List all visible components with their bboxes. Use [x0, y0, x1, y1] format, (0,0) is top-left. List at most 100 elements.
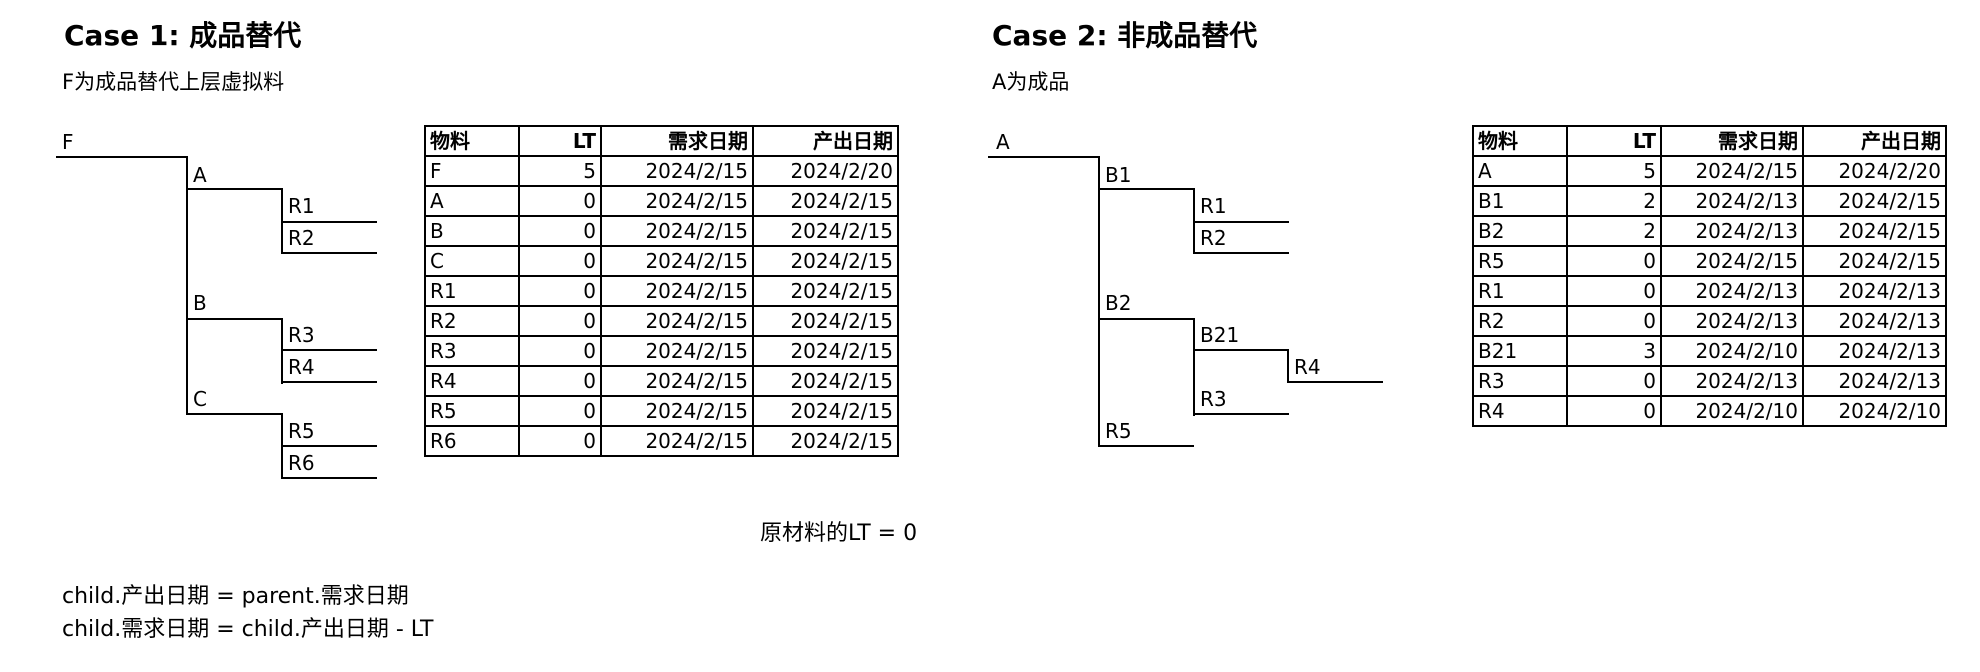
table-cell: 2024/2/13 — [1660, 365, 1804, 397]
tree-node: C — [193, 387, 207, 411]
table-cell: 2024/2/15 — [600, 275, 754, 307]
table-cell: 2024/2/15 — [752, 185, 899, 217]
table-cell: 2024/2/15 — [752, 245, 899, 277]
table-cell: 0 — [518, 185, 602, 217]
table-cell: 2024/2/10 — [1660, 395, 1804, 427]
table-cell: 2024/2/13 — [1660, 185, 1804, 217]
table-cell: R3 — [1472, 365, 1568, 397]
tree-node: A — [193, 163, 207, 187]
table-row: R3 0 2024/2/15 2024/2/15 — [424, 335, 899, 367]
table-cell: 2 — [1566, 215, 1662, 247]
case1-table: 物料 LT 需求日期 产出日期 F 5 2024/2/15 2024/2/20 A 0 20… — [424, 125, 899, 457]
table-cell: R5 — [424, 395, 520, 427]
table-cell: F — [424, 155, 520, 187]
table-cell: 3 — [1566, 335, 1662, 367]
tree-node: R1 — [1200, 194, 1227, 218]
table-header-row: 物料 LT 需求日期 产出日期 — [1472, 125, 1947, 157]
table-cell: 2024/2/15 — [752, 215, 899, 247]
table-cell: B2 — [1472, 215, 1568, 247]
table-row: R2 0 2024/2/15 2024/2/15 — [424, 305, 899, 337]
table-cell: 2024/2/15 — [1802, 245, 1947, 277]
case2-table: 物料 LT 需求日期 产出日期 A 5 2024/2/15 2024/2/20 B1 2 2… — [1472, 125, 1947, 427]
table-row: B1 2 2024/2/13 2024/2/15 — [1472, 185, 1947, 217]
table-row: R5 0 2024/2/15 2024/2/15 — [424, 395, 899, 427]
table-cell: 2024/2/15 — [752, 395, 899, 427]
table-cell: 0 — [518, 425, 602, 457]
table-cell: 0 — [1566, 275, 1662, 307]
table-row: R4 0 2024/2/10 2024/2/10 — [1472, 395, 1947, 427]
table-cell: R2 — [1472, 305, 1568, 337]
table-cell: R2 — [424, 305, 520, 337]
tree-node: R3 — [288, 323, 315, 347]
raw-material-lt-note: 原材料的LT = 0 — [760, 521, 918, 546]
table-cell: 2024/2/20 — [752, 155, 899, 187]
table-cell: R6 — [424, 425, 520, 457]
table-row: R1 0 2024/2/15 2024/2/15 — [424, 275, 899, 307]
column-header: 需求日期 — [600, 125, 754, 157]
column-header: LT — [518, 125, 602, 157]
table-cell: 2024/2/15 — [600, 245, 754, 277]
table-cell: R5 — [1472, 245, 1568, 277]
table-cell: 2024/2/15 — [1802, 185, 1947, 217]
table-row: B21 3 2024/2/10 2024/2/13 — [1472, 335, 1947, 367]
tree-node: R6 — [288, 451, 315, 475]
table-row: R4 0 2024/2/15 2024/2/15 — [424, 365, 899, 397]
table-cell: 0 — [1566, 305, 1662, 337]
table-cell: B21 — [1472, 335, 1568, 367]
table-cell: 0 — [518, 215, 602, 247]
table-cell: 2024/2/15 — [600, 185, 754, 217]
table-cell: C — [424, 245, 520, 277]
formula-output-date: child.产出日期 = parent.需求日期 — [62, 584, 409, 609]
table-cell: 0 — [518, 335, 602, 367]
table-cell: 0 — [518, 395, 602, 427]
table-cell: 0 — [518, 245, 602, 277]
table-row: A 5 2024/2/15 2024/2/20 — [1472, 155, 1947, 187]
table-cell: A — [424, 185, 520, 217]
table-cell: 2024/2/15 — [600, 425, 754, 457]
table-cell: 5 — [518, 155, 602, 187]
table-cell: 2024/2/15 — [600, 305, 754, 337]
table-cell: R1 — [1472, 275, 1568, 307]
table-cell: 2024/2/15 — [1660, 245, 1804, 277]
table-cell: 2024/2/15 — [600, 155, 754, 187]
tree-node: B21 — [1200, 323, 1240, 347]
table-cell: 2024/2/15 — [752, 305, 899, 337]
table-cell: 0 — [518, 305, 602, 337]
table-cell: B1 — [1472, 185, 1568, 217]
tree-node: R4 — [288, 355, 315, 379]
table-row: R1 0 2024/2/13 2024/2/13 — [1472, 275, 1947, 307]
table-cell: B — [424, 215, 520, 247]
tree-node: R3 — [1200, 387, 1227, 411]
table-cell: 5 — [1566, 155, 1662, 187]
table-cell: 2024/2/13 — [1660, 215, 1804, 247]
column-header: 物料 — [424, 125, 520, 157]
table-row: C 0 2024/2/15 2024/2/15 — [424, 245, 899, 277]
tree-node: R1 — [288, 194, 315, 218]
table-cell: 2024/2/13 — [1802, 275, 1947, 307]
table-row: B2 2 2024/2/13 2024/2/15 — [1472, 215, 1947, 247]
column-header: 物料 — [1472, 125, 1568, 157]
table-row: A 0 2024/2/15 2024/2/15 — [424, 185, 899, 217]
tree-node: B2 — [1105, 291, 1132, 315]
case2-bom-tree: A B1 R1 R2 B2 B21 R4 R3 R5 — [980, 0, 1440, 480]
table-row: R2 0 2024/2/13 2024/2/13 — [1472, 305, 1947, 337]
table-cell: 2024/2/20 — [1802, 155, 1947, 187]
table-cell: 2024/2/15 — [600, 335, 754, 367]
table-row: B 0 2024/2/15 2024/2/15 — [424, 215, 899, 247]
table-cell: 0 — [518, 365, 602, 397]
table-cell: 2024/2/15 — [752, 425, 899, 457]
table-cell: R4 — [424, 365, 520, 397]
table-cell: 2024/2/13 — [1802, 365, 1947, 397]
formula-demand-date: child.需求日期 = child.产出日期 - LT — [62, 617, 434, 642]
table-cell: 0 — [1566, 395, 1662, 427]
table-cell: 2024/2/13 — [1802, 335, 1947, 367]
table-cell: 2024/2/15 — [1660, 155, 1804, 187]
tree-node: R5 — [1105, 419, 1132, 443]
table-cell: A — [1472, 155, 1568, 187]
table-row: R3 0 2024/2/13 2024/2/13 — [1472, 365, 1947, 397]
table-cell: R4 — [1472, 395, 1568, 427]
tree-node: R2 — [1200, 226, 1227, 250]
column-header: 需求日期 — [1660, 125, 1804, 157]
table-cell: 2024/2/10 — [1660, 335, 1804, 367]
column-header: LT — [1566, 125, 1662, 157]
